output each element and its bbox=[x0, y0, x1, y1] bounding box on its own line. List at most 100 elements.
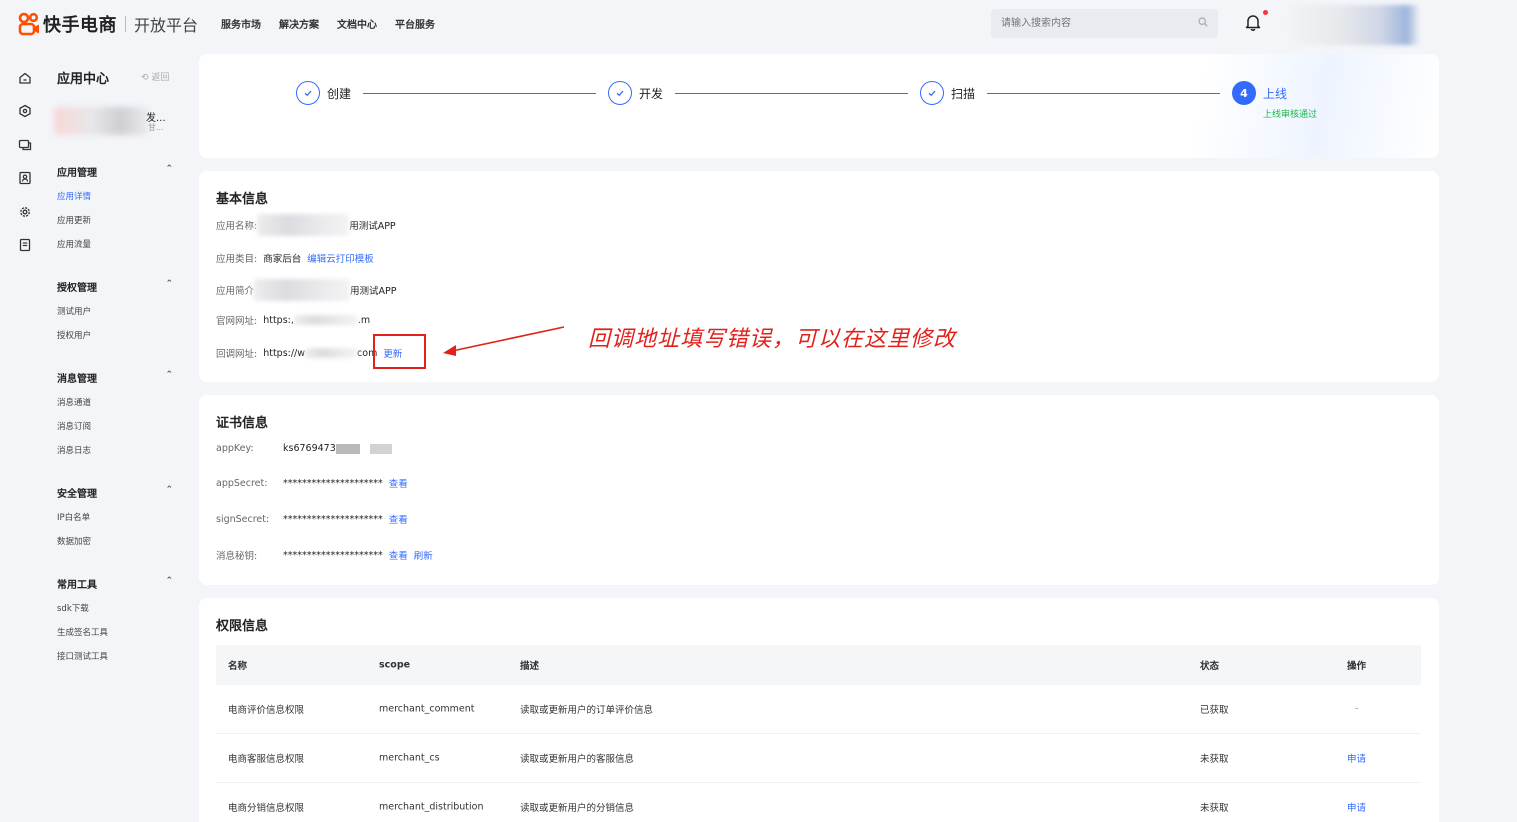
masked-value: ********************* bbox=[283, 477, 383, 489]
column-header: 名称 bbox=[228, 661, 248, 672]
nav-service-market[interactable]: 服务市场 bbox=[221, 16, 261, 31]
basic-info-title: 基本信息 bbox=[216, 192, 269, 207]
permission-table: 名称 scope 描述 状态 操作 电商评价信息权限 merchant_comm… bbox=[216, 645, 1421, 822]
back-label: 返回 bbox=[151, 73, 170, 83]
view-signsecret-link[interactable]: 查看 bbox=[389, 512, 408, 526]
column-header: 描述 bbox=[520, 661, 540, 672]
bell-icon[interactable] bbox=[1244, 13, 1262, 31]
current-app[interactable]: 发... 甘... bbox=[54, 107, 169, 137]
permission-name: 电商评价信息权限 bbox=[228, 705, 305, 716]
edit-print-template-link[interactable]: 编辑云打印模板 bbox=[307, 251, 374, 265]
permission-info-card: 权限信息 名称 scope 描述 状态 操作 电商评价信息权限 merchant… bbox=[199, 598, 1439, 822]
search-box bbox=[991, 9, 1218, 38]
message-icon[interactable] bbox=[18, 138, 32, 152]
apply-permission-link[interactable]: 申请 bbox=[1347, 800, 1366, 814]
field-value: https:, bbox=[263, 314, 294, 326]
field-label: 应用名称: bbox=[216, 221, 258, 232]
view-appsecret-link[interactable]: 查看 bbox=[389, 476, 408, 490]
field-value: 用测试APP bbox=[349, 221, 396, 232]
group-header[interactable]: 常用工具 ⌃ bbox=[57, 576, 175, 591]
field-value: https://w bbox=[263, 347, 306, 359]
logo-divider bbox=[125, 16, 126, 32]
step-create: 创建 bbox=[296, 81, 351, 105]
table-row: 电商评价信息权限 merchant_comment 读取或更新用户的订单评价信息… bbox=[216, 685, 1421, 734]
sidebar-item-ip-whitelist[interactable]: IP白名单 bbox=[57, 511, 175, 523]
column-header: 状态 bbox=[1200, 661, 1220, 672]
check-icon bbox=[920, 81, 944, 105]
group-header[interactable]: 应用管理 ⌃ bbox=[57, 164, 175, 179]
field-label: 应用简介 bbox=[216, 286, 255, 297]
back-button[interactable]: ⟲ 返回 bbox=[141, 70, 169, 83]
group-common-tools: 常用工具 ⌃ sdk下载 生成签名工具 接口测试工具 bbox=[57, 576, 175, 662]
sidebar-item-app-update[interactable]: 应用更新 bbox=[57, 214, 175, 226]
sidebar-item-app-detail[interactable]: 应用详情 bbox=[57, 190, 175, 202]
field-label: appSecret: bbox=[216, 477, 268, 489]
permission-status: 已获取 bbox=[1200, 705, 1229, 716]
table-row: 电商客服信息权限 merchant_cs 读取或更新用户的客服信息 未获取 申请 bbox=[216, 734, 1421, 783]
column-header: 操作 bbox=[1347, 661, 1367, 672]
refresh-message-key-link[interactable]: 刷新 bbox=[414, 548, 433, 562]
sidebar-item-message-channel[interactable]: 消息通道 bbox=[57, 396, 175, 408]
sidebar-item-api-test-tool[interactable]: 接口测试工具 bbox=[57, 650, 175, 662]
redacted-text bbox=[254, 279, 351, 301]
permission-info-title: 权限信息 bbox=[216, 619, 269, 634]
view-message-key-link[interactable]: 查看 bbox=[389, 548, 408, 562]
chevron-up-icon: ⌃ bbox=[165, 576, 173, 586]
nav-docs[interactable]: 文档中心 bbox=[337, 16, 377, 31]
sidebar-item-data-encryption[interactable]: 数据加密 bbox=[57, 535, 175, 547]
group-title: 常用工具 bbox=[57, 580, 97, 591]
user-card-icon[interactable] bbox=[18, 171, 32, 185]
step-label: 扫描 bbox=[951, 86, 976, 101]
group-header[interactable]: 消息管理 ⌃ bbox=[57, 370, 175, 385]
step-label: 上线 bbox=[1263, 86, 1288, 101]
field-value: 用测试APP bbox=[350, 286, 397, 297]
app-category-row: 应用类目: 商家后台 编辑云打印模板 bbox=[216, 251, 374, 265]
apply-permission-link[interactable]: 申请 bbox=[1347, 751, 1366, 765]
home-icon[interactable] bbox=[18, 71, 32, 85]
document-icon[interactable] bbox=[18, 238, 32, 252]
sidebar-item-test-users[interactable]: 测试用户 bbox=[57, 305, 175, 317]
group-header[interactable]: 安全管理 ⌃ bbox=[57, 485, 175, 500]
permission-name: 电商分销信息权限 bbox=[228, 803, 305, 814]
user-avatar[interactable] bbox=[1290, 5, 1420, 45]
sidebar-item-message-subscription[interactable]: 消息订阅 bbox=[57, 420, 175, 432]
field-label: signSecret: bbox=[216, 513, 270, 525]
chevron-up-icon: ⌃ bbox=[165, 279, 173, 289]
sidebar-item-sdk-download[interactable]: sdk下载 bbox=[57, 602, 175, 614]
group-security-management: 安全管理 ⌃ IP白名单 数据加密 bbox=[57, 485, 175, 547]
field-label: appKey: bbox=[216, 443, 254, 454]
hexagon-settings-icon[interactable] bbox=[18, 104, 32, 118]
redacted-text bbox=[369, 443, 392, 454]
nav-platform-services[interactable]: 平台服务 bbox=[395, 16, 435, 31]
field-value: 商家后台 bbox=[263, 254, 302, 265]
nav-solutions[interactable]: 解决方案 bbox=[279, 16, 319, 31]
field-label: 应用类目: bbox=[216, 254, 258, 265]
highlight-box bbox=[373, 334, 426, 369]
search-icon[interactable] bbox=[1198, 17, 1208, 27]
sidebar-item-signature-tool[interactable]: 生成签名工具 bbox=[57, 626, 175, 638]
chevron-up-icon: ⌃ bbox=[165, 485, 173, 495]
search-input[interactable] bbox=[991, 9, 1181, 38]
group-auth-management: 授权管理 ⌃ 测试用户 授权用户 bbox=[57, 279, 175, 341]
logo[interactable]: 快手电商 开放平台 bbox=[18, 11, 198, 37]
field-label: 消息秘钥: bbox=[216, 551, 258, 562]
group-app-management: 应用管理 ⌃ 应用详情 应用更新 应用流量 bbox=[57, 164, 175, 250]
redacted-text bbox=[293, 315, 358, 325]
step-number: 4 bbox=[1232, 81, 1256, 105]
appkey-value: ks6769473 bbox=[283, 443, 336, 454]
permission-status: 未获取 bbox=[1200, 803, 1229, 814]
step-connector bbox=[987, 93, 1220, 94]
group-title: 授权管理 bbox=[57, 283, 97, 294]
permission-scope: merchant_distribution bbox=[379, 801, 484, 813]
group-message-management: 消息管理 ⌃ 消息通道 消息订阅 消息日志 bbox=[57, 370, 175, 456]
step-connector bbox=[363, 93, 596, 94]
sidebar-item-message-log[interactable]: 消息日志 bbox=[57, 444, 175, 456]
group-header[interactable]: 授权管理 ⌃ bbox=[57, 279, 175, 294]
chevron-up-icon: ⌃ bbox=[165, 164, 173, 174]
field-label: 回调网址: bbox=[216, 349, 258, 360]
gear-icon[interactable] bbox=[18, 205, 32, 219]
redacted-text bbox=[305, 348, 358, 358]
sidebar-item-auth-users[interactable]: 授权用户 bbox=[57, 329, 175, 341]
sidebar-item-app-traffic[interactable]: 应用流量 bbox=[57, 238, 175, 250]
kuaishou-logo-icon bbox=[18, 12, 39, 36]
